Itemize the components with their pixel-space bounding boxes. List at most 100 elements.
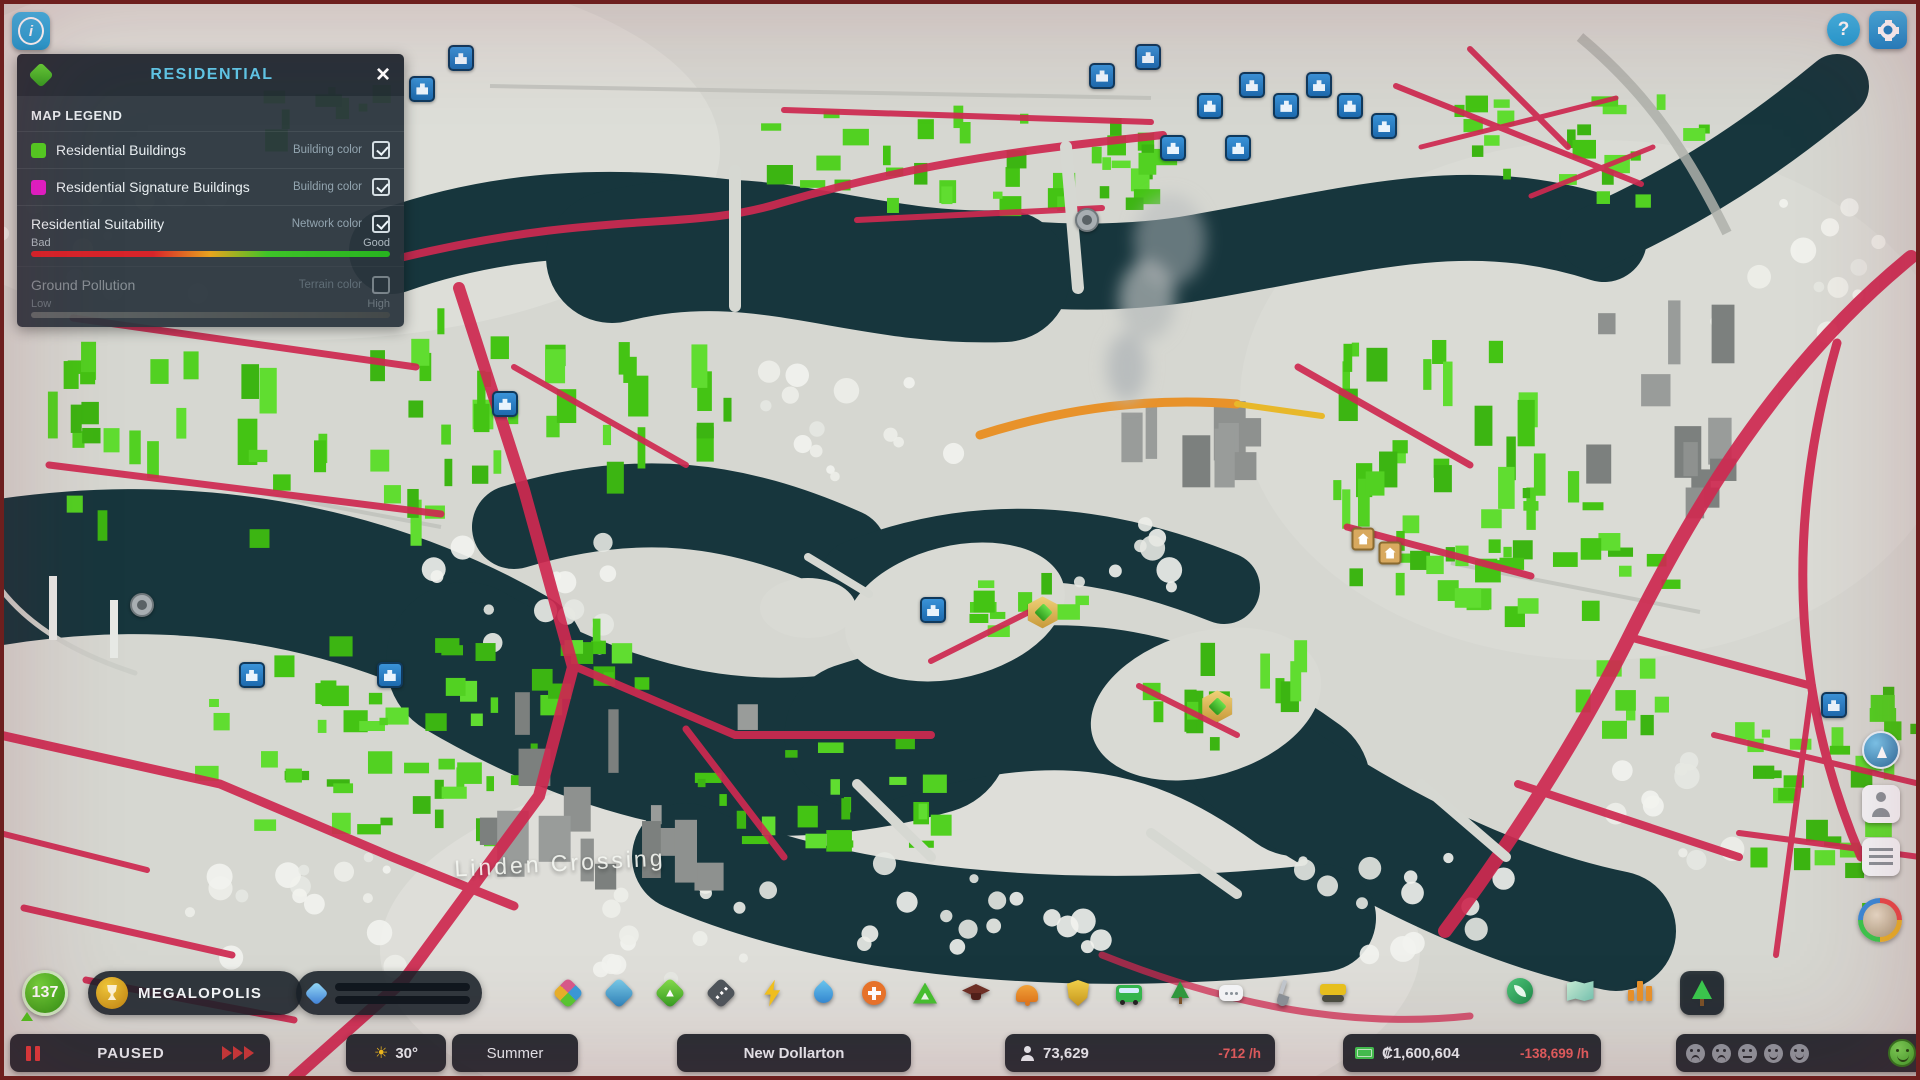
season-widget[interactable]: Summer [452, 1034, 578, 1072]
areas-tool-button[interactable] [599, 973, 639, 1013]
legend-row-mode: Building color [292, 144, 362, 156]
happy-face-icon[interactable] [1790, 1043, 1809, 1063]
city-service-map-marker[interactable] [1820, 692, 1847, 719]
terrain-tool-button[interactable] [650, 973, 690, 1013]
water-tool-button[interactable] [803, 973, 843, 1013]
temperature-widget[interactable]: ☀ 30° [346, 1034, 446, 1072]
scale-high-label: Good [363, 237, 390, 249]
education-icon [962, 984, 990, 1002]
overall-happiness-face[interactable] [1888, 1039, 1916, 1067]
toolbar-tools [548, 973, 1353, 1013]
progression-progress-button[interactable] [296, 971, 482, 1015]
garbage-icon [913, 982, 937, 1004]
settings-button[interactable] [1869, 11, 1907, 49]
sad-face-icon[interactable] [1712, 1043, 1731, 1063]
city-service-map-marker[interactable] [447, 45, 474, 72]
facility-map-marker[interactable] [1074, 208, 1099, 233]
signature-beacon-map-marker[interactable] [1202, 690, 1233, 723]
trophy-icon [96, 977, 128, 1009]
population-rate: -712 /h [1218, 1045, 1261, 1061]
crying-face-icon[interactable] [1686, 1043, 1705, 1063]
eco-tool-button[interactable] [1500, 971, 1540, 1011]
city-service-map-marker[interactable] [409, 75, 436, 102]
green-swatch [31, 142, 46, 158]
notes-button[interactable] [1862, 838, 1900, 876]
compass-button[interactable] [1862, 731, 1900, 769]
city-name-widget[interactable]: New Dollarton [677, 1034, 911, 1072]
eco-icon [1507, 978, 1533, 1004]
city-service-map-marker[interactable] [1306, 72, 1333, 99]
city-service-map-marker[interactable] [1238, 72, 1265, 99]
signature-buildings-checkbox[interactable] [372, 178, 390, 196]
city-service-map-marker[interactable] [1196, 92, 1223, 119]
police-tool-button[interactable] [1058, 973, 1098, 1013]
gear-icon [1877, 19, 1899, 41]
city-service-map-marker[interactable] [1089, 62, 1116, 89]
landscaping-tool-button[interactable] [1262, 973, 1302, 1013]
content-face-icon[interactable] [1764, 1043, 1783, 1063]
city-service-map-marker[interactable] [1336, 92, 1363, 119]
gem-icon [304, 980, 329, 1006]
bulldozer-tool-button[interactable] [1313, 973, 1353, 1013]
infoview-legend-panel: RESIDENTIAL × MAP LEGEND Residential Bui… [17, 54, 404, 327]
citizen-card-button[interactable] [1862, 785, 1900, 823]
toolbar-right-tools [1500, 971, 1724, 1015]
residential-buildings-checkbox[interactable] [372, 141, 390, 159]
pause-button[interactable] [22, 1042, 44, 1065]
suitability-checkbox[interactable] [372, 215, 390, 233]
bar-chart-tool-button[interactable] [1620, 971, 1660, 1011]
education-tool-button[interactable] [956, 973, 996, 1013]
transport-tool-button[interactable] [1109, 973, 1149, 1013]
city-service-map-marker[interactable] [238, 662, 265, 688]
treasury-value: ₡1,600,604 [1382, 1044, 1460, 1062]
parks-icon [1168, 981, 1192, 1005]
map-legend-heading: MAP LEGEND [31, 108, 123, 123]
treasury-widget[interactable]: ₡1,600,604 -138,699 /h [1343, 1034, 1601, 1072]
status-bar: PAUSED ☀ 30° Summer New Dollarton 73,629… [0, 1034, 1920, 1074]
city-service-map-marker[interactable] [920, 597, 947, 624]
parks-tool-button[interactable] [1160, 973, 1200, 1013]
legend-row-ground-pollution: Ground Pollution Terrain color Low High [17, 266, 404, 327]
terrain-icon [654, 977, 686, 1009]
city-service-map-marker[interactable] [491, 390, 518, 417]
population-value: 73,629 [1043, 1044, 1089, 1062]
pine-tree-tool-button[interactable] [1680, 971, 1724, 1015]
electricity-tool-button[interactable] [752, 973, 792, 1013]
city-service-map-marker[interactable] [1135, 44, 1162, 71]
pollution-scale: Low High [31, 298, 390, 318]
avatar-ring-button[interactable] [1858, 898, 1902, 942]
scale-low-label: Low [31, 298, 52, 310]
population-widget[interactable]: 73,629 -712 /h [1005, 1034, 1275, 1072]
legend-row-mode: Network color [291, 218, 362, 230]
city-service-map-marker[interactable] [1371, 113, 1398, 140]
milestone-button[interactable]: MEGALOPOLIS [88, 971, 302, 1015]
signature-beacon-map-marker[interactable] [1027, 596, 1058, 629]
city-service-map-marker[interactable] [1160, 134, 1187, 161]
healthcare-tool-button[interactable] [854, 973, 894, 1013]
speed-fast-forward-button[interactable] [218, 1042, 258, 1064]
house-map-marker[interactable] [1351, 527, 1375, 551]
treasury-rate: -138,699 /h [1519, 1045, 1589, 1061]
fire-rescue-tool-button[interactable] [1007, 973, 1047, 1013]
communications-tool-button[interactable] [1211, 973, 1251, 1013]
house-map-marker[interactable] [1378, 541, 1402, 565]
money-icon [1355, 1047, 1374, 1059]
ground-pollution-checkbox[interactable] [372, 276, 390, 294]
city-service-map-marker[interactable] [376, 662, 403, 688]
close-button[interactable]: × [374, 63, 392, 87]
neutral-face-icon[interactable] [1738, 1043, 1757, 1063]
map-tool-button[interactable] [1560, 971, 1600, 1011]
level-badge[interactable]: 137 [21, 970, 68, 1021]
roads-icon [705, 977, 737, 1009]
happiness-widget [1676, 1034, 1920, 1072]
scale-low-label: Bad [31, 237, 51, 249]
city-service-map-marker[interactable] [1273, 92, 1300, 119]
garbage-tool-button[interactable] [905, 973, 945, 1013]
zones-tool-button[interactable] [548, 973, 588, 1013]
facility-map-marker[interactable] [130, 592, 155, 617]
info-button[interactable]: i [12, 12, 50, 50]
city-service-map-marker[interactable] [1225, 134, 1252, 161]
help-button[interactable]: ? [1827, 13, 1860, 46]
roads-tool-button[interactable] [701, 973, 741, 1013]
city-name: New Dollarton [743, 1044, 845, 1062]
